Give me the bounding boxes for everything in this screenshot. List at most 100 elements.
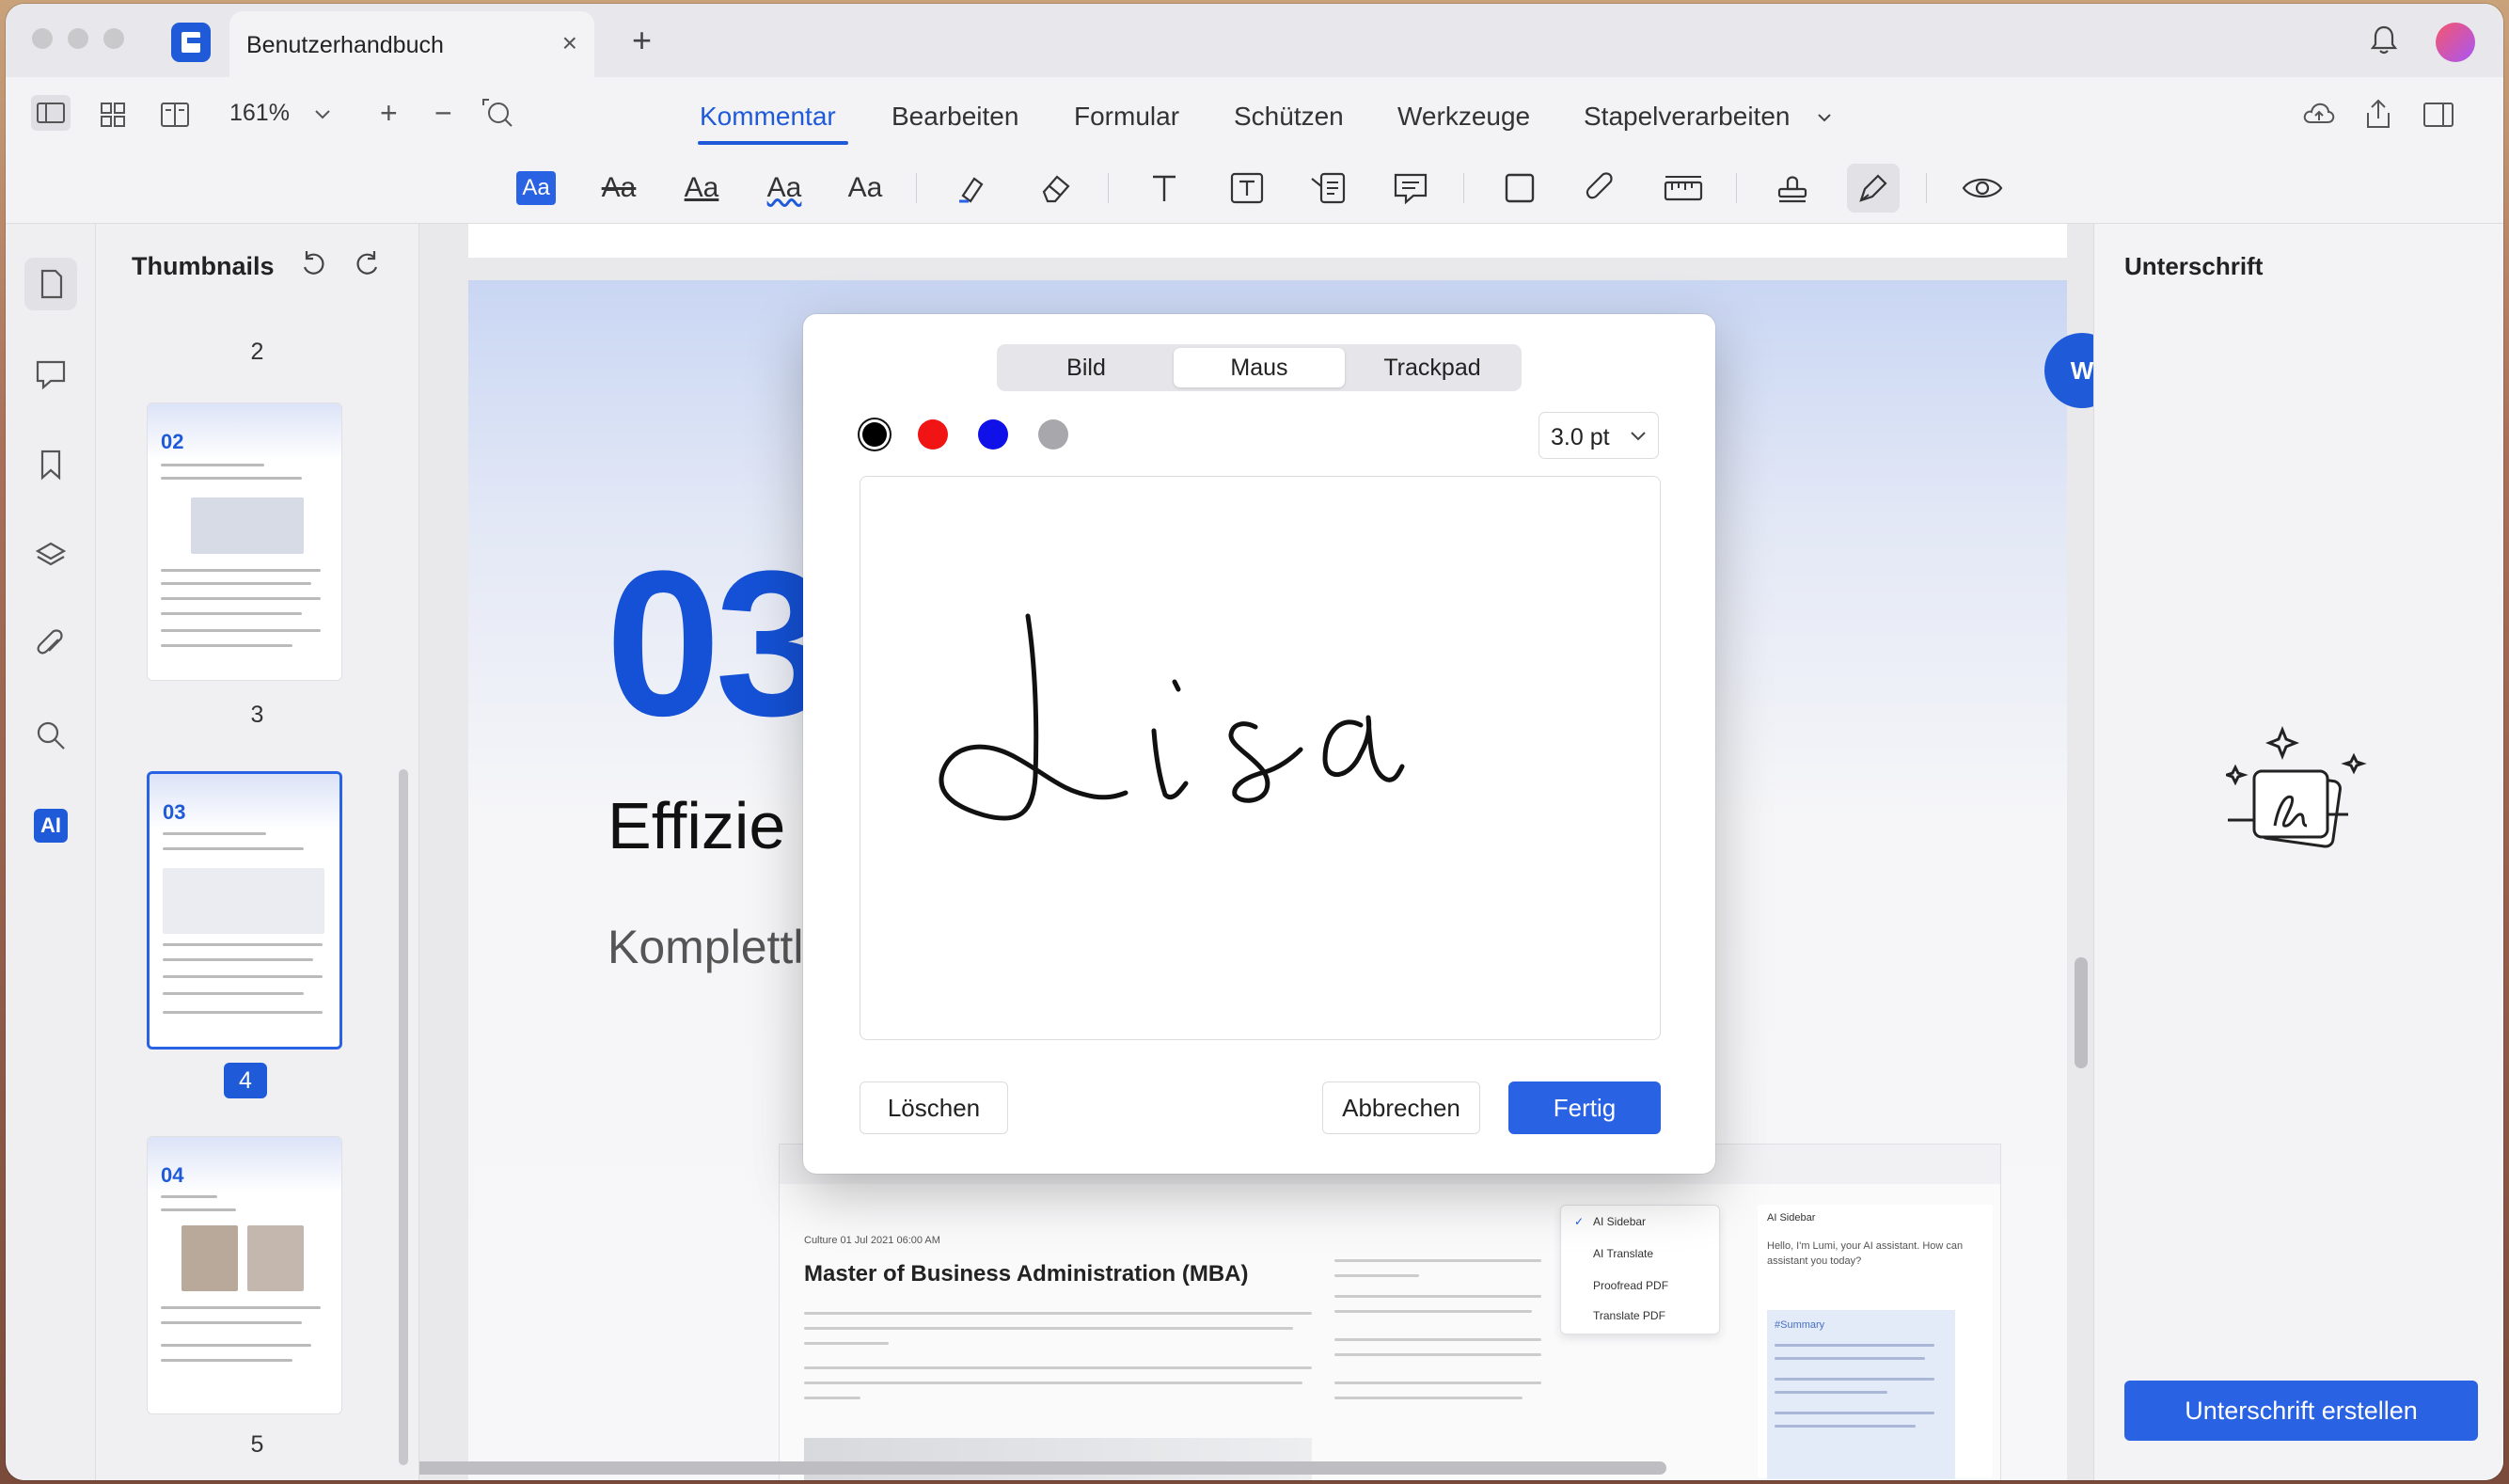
embedded-text-line bbox=[1334, 1353, 1541, 1356]
menu-kommentar[interactable]: Kommentar bbox=[700, 102, 836, 132]
ai-assistant-icon[interactable]: AI bbox=[34, 809, 68, 843]
stapel-chevron-down-icon[interactable] bbox=[1817, 113, 1832, 122]
stroke-size-select[interactable]: 3.0 pt bbox=[1539, 412, 1659, 459]
document-vertical-scrollbar[interactable] bbox=[2075, 957, 2088, 1068]
app-logo-icon bbox=[171, 23, 211, 62]
embedded-text-line bbox=[804, 1366, 1312, 1369]
embedded-text-line bbox=[804, 1342, 889, 1345]
embedded-text-line bbox=[1334, 1259, 1541, 1262]
color-swatch-gray[interactable] bbox=[1038, 419, 1068, 450]
color-swatch-blue[interactable] bbox=[978, 419, 1008, 450]
embedded-menu-item: AI Sidebar bbox=[1593, 1215, 1647, 1228]
menu-stapelverarbeiten[interactable]: Stapelverarbeiten bbox=[1584, 102, 1790, 132]
zoom-in-button[interactable]: + bbox=[380, 96, 398, 131]
grid-view-icon[interactable] bbox=[100, 102, 126, 128]
menu-bearbeiten[interactable]: Bearbeiten bbox=[892, 102, 1018, 132]
visibility-tool[interactable] bbox=[1956, 164, 2009, 213]
done-button[interactable]: Fertig bbox=[1508, 1081, 1661, 1134]
sidebar-toggle-icon[interactable] bbox=[30, 94, 71, 132]
signature-drawing-canvas[interactable] bbox=[860, 476, 1661, 1040]
color-swatch-black[interactable] bbox=[862, 422, 887, 447]
rectangle-tool[interactable] bbox=[1493, 164, 1546, 213]
close-window-button[interactable] bbox=[32, 28, 53, 49]
toolbar-separator bbox=[1463, 173, 1464, 203]
embedded-text-line bbox=[1334, 1295, 1541, 1298]
zoom-level[interactable]: 161% bbox=[229, 100, 290, 127]
minimize-window-button[interactable] bbox=[68, 28, 88, 49]
user-avatar[interactable] bbox=[2436, 23, 2475, 62]
bell-icon[interactable] bbox=[2370, 24, 2398, 56]
bookmark-icon[interactable] bbox=[34, 448, 68, 482]
embedded-text-line bbox=[804, 1327, 1293, 1330]
tab-maus[interactable]: Maus bbox=[1174, 348, 1345, 387]
document-horizontal-scrollbar[interactable] bbox=[419, 1461, 1666, 1475]
rotate-left-icon[interactable] bbox=[299, 248, 329, 278]
embedded-screenshot: Culture 01 Jul 2021 06:00 AM Master of B… bbox=[779, 1144, 2001, 1480]
comment-icon[interactable] bbox=[34, 357, 68, 391]
cloud-upload-icon[interactable] bbox=[2302, 100, 2336, 128]
page-thumbnail-selected[interactable]: 03 bbox=[147, 771, 342, 1050]
tab-close-icon[interactable]: × bbox=[562, 28, 577, 58]
rotate-right-icon[interactable] bbox=[352, 248, 382, 278]
strikethrough-tool[interactable]: Aa bbox=[592, 164, 645, 213]
embedded-check-icon: ✓ bbox=[1574, 1215, 1585, 1228]
thumbnails-scrollbar[interactable] bbox=[399, 769, 408, 1465]
search-icon[interactable] bbox=[34, 718, 68, 752]
highlighter-tool[interactable] bbox=[946, 164, 999, 213]
tab-trackpad[interactable]: Trackpad bbox=[1347, 348, 1518, 387]
embedded-ai-sidebar: AI Sidebar Hello, I'm Lumi, your AI assi… bbox=[1758, 1205, 1993, 1479]
thumbnail-photo bbox=[247, 1225, 304, 1291]
zoom-fit-icon[interactable] bbox=[481, 98, 513, 130]
squiggly-tool[interactable]: Aa bbox=[758, 164, 811, 213]
share-icon[interactable] bbox=[2364, 98, 2392, 130]
embedded-text-line bbox=[804, 1397, 860, 1399]
eraser-tool[interactable] bbox=[1029, 164, 1081, 213]
paperclip-icon bbox=[1586, 172, 1613, 199]
zoom-chevron-down-icon[interactable] bbox=[314, 109, 331, 120]
stamp-tool[interactable] bbox=[1766, 164, 1819, 213]
thumbnail-text-line bbox=[163, 1011, 323, 1014]
note-comment-icon bbox=[1394, 173, 1428, 205]
attachment-icon[interactable] bbox=[34, 628, 68, 662]
rail-thumbnails-button[interactable] bbox=[24, 258, 77, 310]
color-swatch-red[interactable] bbox=[918, 419, 948, 450]
text-highlight-tool[interactable]: Aa bbox=[510, 164, 562, 213]
underline-tool[interactable]: Aa bbox=[675, 164, 728, 213]
text-t-icon bbox=[1153, 175, 1176, 201]
layers-icon[interactable] bbox=[34, 538, 68, 572]
thumbnail-chapter-number: 03 bbox=[163, 800, 186, 824]
menu-werkzeuge[interactable]: Werkzeuge bbox=[1397, 102, 1530, 132]
create-signature-button[interactable]: Unterschrift erstellen bbox=[2124, 1381, 2478, 1441]
embedded-menu-item: AI Translate bbox=[1593, 1247, 1654, 1260]
page-thumbnail[interactable]: 02 bbox=[147, 403, 342, 681]
note-tool[interactable] bbox=[1384, 164, 1437, 213]
maximize-window-button[interactable] bbox=[103, 28, 124, 49]
text-tool[interactable] bbox=[1138, 164, 1191, 213]
tab-bild[interactable]: Bild bbox=[1001, 348, 1172, 387]
signature-panel-title: Unterschrift bbox=[2124, 252, 2264, 280]
right-panel-toggle-icon[interactable] bbox=[2422, 102, 2454, 128]
thumbnail-text-line bbox=[163, 958, 313, 961]
menu-formular[interactable]: Formular bbox=[1074, 102, 1179, 132]
document-tab[interactable]: Benutzerhandbuch × bbox=[229, 11, 594, 77]
word-convert-icon[interactable]: W bbox=[2044, 333, 2093, 408]
title-bar: Benutzerhandbuch × + bbox=[6, 4, 2503, 77]
cancel-button[interactable]: Abbrechen bbox=[1322, 1081, 1480, 1134]
new-tab-button[interactable]: + bbox=[632, 21, 652, 60]
textbox-tool[interactable] bbox=[1221, 164, 1273, 213]
caret-tool[interactable]: Aa bbox=[839, 164, 892, 213]
measure-tool[interactable] bbox=[1657, 164, 1710, 213]
thumbnail-text-line bbox=[163, 832, 266, 835]
text-highlight-label: Aa bbox=[516, 171, 556, 205]
embedded-text-line bbox=[1775, 1378, 1934, 1381]
signature-dialog: Bild Maus Trackpad 3.0 pt Löschen Abbrec… bbox=[803, 314, 1715, 1174]
clear-button[interactable]: Löschen bbox=[860, 1081, 1008, 1134]
toolbar-separator bbox=[916, 173, 917, 203]
callout-tool[interactable] bbox=[1302, 164, 1354, 213]
signature-tool[interactable] bbox=[1847, 164, 1900, 213]
attachment-tool[interactable] bbox=[1574, 164, 1627, 213]
menu-schuetzen[interactable]: Schützen bbox=[1234, 102, 1344, 132]
zoom-out-button[interactable]: − bbox=[434, 96, 452, 131]
page-layout-icon[interactable] bbox=[160, 102, 190, 128]
page-thumbnail[interactable]: 04 bbox=[147, 1136, 342, 1414]
